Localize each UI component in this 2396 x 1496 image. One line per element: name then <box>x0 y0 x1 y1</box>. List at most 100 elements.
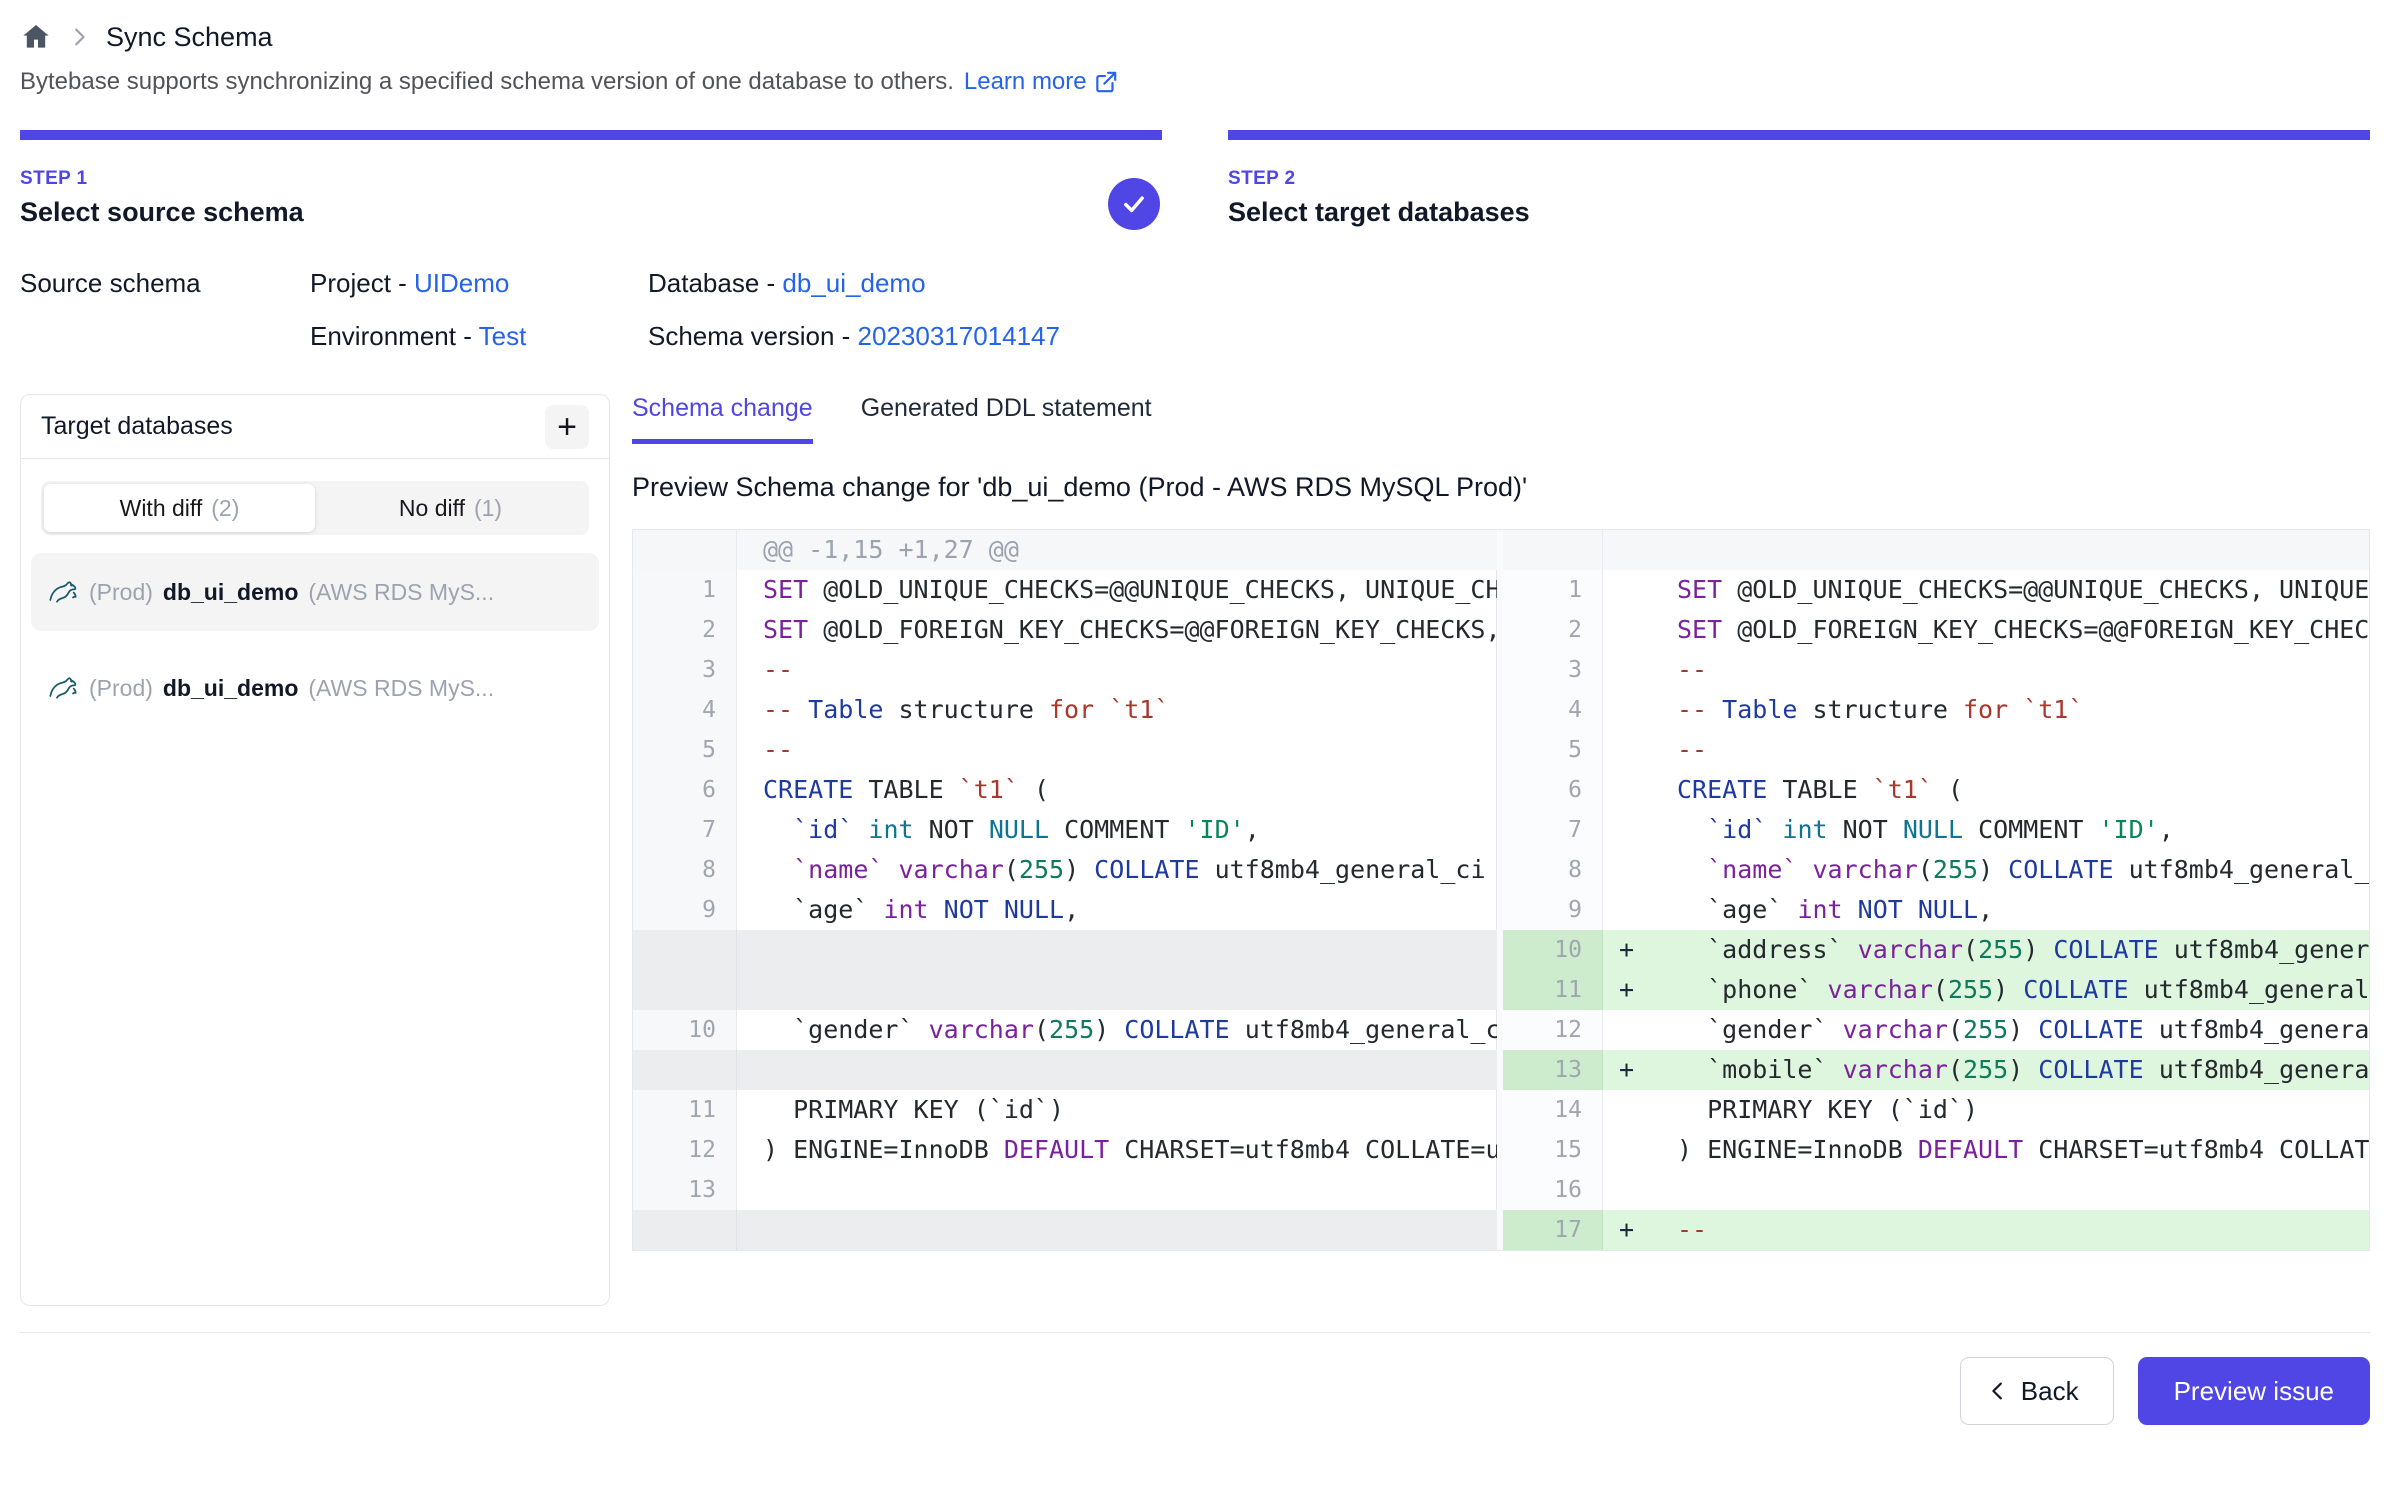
diff-pane-source[interactable]: @@ -1,15 +1,27 @@1SET @OLD_UNIQUE_CHECKS… <box>633 530 1503 1250</box>
tab-with-diff[interactable]: With diff (2) <box>44 484 315 532</box>
line-number: 11 <box>633 1090 737 1130</box>
code-line <box>737 1170 1497 1210</box>
line-number: 2 <box>633 610 737 650</box>
diff-add-marker <box>1603 1130 1651 1170</box>
code-line: `mobile` varchar(255) COLLATE utf8mb4_ge… <box>1651 1050 2369 1090</box>
diff-add-marker <box>1603 530 1651 570</box>
code-line: -- <box>1651 650 2369 690</box>
learn-more-label: Learn more <box>964 68 1087 96</box>
line-number: 14 <box>1503 1090 1603 1130</box>
code-line: ) ENGINE=InnoDB DEFAULT CHARSET=utf8mb4 … <box>1651 1130 2369 1170</box>
line-number: 12 <box>1503 1010 1603 1050</box>
learn-more-link[interactable]: Learn more <box>964 68 1119 96</box>
mysql-icon <box>47 576 79 608</box>
diff-add-marker <box>1603 810 1651 850</box>
field-environment-name: Environment <box>310 321 456 351</box>
line-number <box>633 1050 737 1090</box>
code-line: SET @OLD_UNIQUE_CHECKS=@@UNIQUE_CHECKS, … <box>1651 570 2369 610</box>
diff-add-marker: + <box>1603 930 1651 970</box>
code-line: PRIMARY KEY (`id`) <box>737 1090 1497 1130</box>
code-line: `phone` varchar(255) COLLATE utf8mb4_gen… <box>1651 970 2369 1010</box>
code-line: PRIMARY KEY (`id`) <box>1651 1090 2369 1130</box>
footer-actions: Back Preview issue <box>20 1357 2370 1425</box>
code-line <box>737 970 1497 1010</box>
target-databases-title: Target databases <box>41 412 233 441</box>
step-1-label: STEP 1 <box>20 168 1162 190</box>
diff-pane-target[interactable]: 1 SET @OLD_UNIQUE_CHECKS=@@UNIQUE_CHECKS,… <box>1503 530 2369 1250</box>
db-name: db_ui_demo <box>163 579 298 606</box>
breadcrumb: Sync Schema <box>20 16 2370 58</box>
step-1-progress-bar <box>20 130 1162 140</box>
description-text: Bytebase supports synchronizing a specif… <box>20 68 954 96</box>
db-name: db_ui_demo <box>163 675 298 702</box>
page-description: Bytebase supports synchronizing a specif… <box>20 68 2370 96</box>
line-number: 8 <box>1503 850 1603 890</box>
hunk-header <box>1651 530 2369 570</box>
target-database-item[interactable]: (Prod)db_ui_demo(AWS RDS MyS... <box>31 649 599 727</box>
field-separator: - <box>391 268 414 298</box>
add-target-database-button[interactable]: + <box>545 405 589 449</box>
home-icon[interactable] <box>20 21 52 53</box>
preview-tabs: Schema change Generated DDL statement <box>632 394 2370 444</box>
main-content: Target databases + With diff (2) No diff… <box>20 394 2370 1306</box>
field-separator: - <box>759 268 782 298</box>
tab-schema-change[interactable]: Schema change <box>632 394 813 444</box>
code-line: ) ENGINE=InnoDB DEFAULT CHARSET=utf8mb4 … <box>737 1130 1497 1170</box>
tab-no-diff[interactable]: No diff (1) <box>315 484 586 532</box>
chevron-left-icon <box>1987 1380 2009 1402</box>
field-project: Project - UIDemo <box>310 268 648 299</box>
code-line: -- <box>737 730 1497 770</box>
source-schema-label: Source schema <box>20 268 310 299</box>
diff-add-marker: + <box>1603 970 1651 1010</box>
field-project-name: Project <box>310 268 391 298</box>
line-number: 13 <box>633 1170 737 1210</box>
code-line: `gender` varchar(255) COLLATE utf8mb4_ge… <box>1651 1010 2369 1050</box>
line-number: 7 <box>1503 810 1603 850</box>
step-2-label: STEP 2 <box>1228 168 2370 190</box>
back-button[interactable]: Back <box>1960 1357 2114 1425</box>
chevron-right-icon <box>68 26 90 48</box>
line-number: 1 <box>1503 570 1603 610</box>
diff-add-marker <box>1603 570 1651 610</box>
line-number: 11 <box>1503 970 1603 1010</box>
code-line: -- <box>1651 730 2369 770</box>
tab-generated-ddl[interactable]: Generated DDL statement <box>861 394 1152 444</box>
line-number: 2 <box>1503 610 1603 650</box>
line-number <box>633 970 737 1010</box>
line-number: 3 <box>633 650 737 690</box>
preview-issue-button[interactable]: Preview issue <box>2138 1357 2370 1425</box>
target-database-item[interactable]: (Prod)db_ui_demo(AWS RDS MyS... <box>31 553 599 631</box>
code-line <box>737 1050 1497 1090</box>
environment-link[interactable]: Test <box>479 321 527 351</box>
diff-add-marker <box>1603 1170 1651 1210</box>
line-number: 9 <box>633 890 737 930</box>
code-line: SET @OLD_FOREIGN_KEY_CHECKS=@@FOREIGN_KE… <box>1651 610 2369 650</box>
db-environment: (Prod) <box>89 675 153 702</box>
code-line: `id` int NOT NULL COMMENT 'ID', <box>737 810 1497 850</box>
wizard-steps: STEP 1 Select source schema STEP 2 Selec… <box>20 130 2370 228</box>
diff-filter-tabs: With diff (2) No diff (1) <box>41 481 589 535</box>
step-2-title: Select target databases <box>1228 197 2370 228</box>
hunk-header: @@ -1,15 +1,27 @@ <box>737 530 1497 570</box>
db-instance: (AWS RDS MyS... <box>308 579 494 606</box>
code-line: `name` varchar(255) COLLATE utf8mb4_gene… <box>1651 850 2369 890</box>
line-number: 7 <box>633 810 737 850</box>
step-2-progress-bar <box>1228 130 2370 140</box>
database-link[interactable]: db_ui_demo <box>782 268 925 298</box>
line-number: 5 <box>633 730 737 770</box>
code-line: `age` int NOT NULL, <box>737 890 1497 930</box>
line-number: 6 <box>633 770 737 810</box>
line-number: 12 <box>633 1130 737 1170</box>
mysql-icon <box>47 672 79 704</box>
project-link[interactable]: UIDemo <box>414 268 509 298</box>
field-schema-version-name: Schema version <box>648 321 834 351</box>
page-title: Sync Schema <box>106 22 273 53</box>
code-line: `id` int NOT NULL COMMENT 'ID', <box>1651 810 2369 850</box>
line-number <box>633 1210 737 1250</box>
diff-add-marker <box>1603 690 1651 730</box>
step-1-check-icon <box>1108 178 1160 230</box>
schema-version-link[interactable]: 20230317014147 <box>858 321 1060 351</box>
code-line: -- Table structure for `t1` <box>1651 690 2369 730</box>
external-link-icon <box>1093 69 1119 95</box>
target-databases-panel: Target databases + With diff (2) No diff… <box>20 394 610 1306</box>
